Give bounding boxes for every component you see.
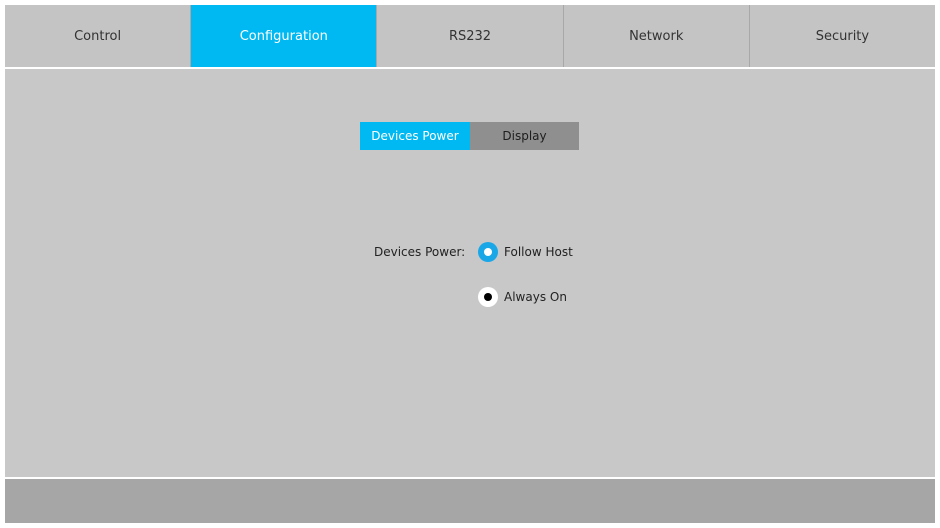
tab-configuration[interactable]: Configuration <box>191 5 378 67</box>
footer-bar <box>5 477 935 523</box>
devices-power-label: Devices Power: <box>374 245 466 259</box>
configuration-panel: Devices Power Display Devices Power: Fol… <box>5 69 935 475</box>
radio-checked-icon[interactable] <box>478 242 498 262</box>
radio-unchecked-icon[interactable] <box>478 287 498 307</box>
tab-security[interactable]: Security <box>750 5 935 67</box>
app-window: Control Configuration RS232 Network Secu… <box>5 5 935 523</box>
radio-follow-host[interactable]: Follow Host <box>478 242 573 262</box>
tab-rs232[interactable]: RS232 <box>377 5 564 67</box>
radio-always-on[interactable]: Always On <box>478 287 567 307</box>
subtab-devices-power[interactable]: Devices Power <box>360 122 470 150</box>
configuration-subtabs: Devices Power Display <box>360 122 579 150</box>
top-navigation: Control Configuration RS232 Network Secu… <box>5 5 935 69</box>
radio-follow-host-label: Follow Host <box>504 245 573 259</box>
subtab-display[interactable]: Display <box>470 122 579 150</box>
tab-network[interactable]: Network <box>564 5 750 67</box>
tab-control[interactable]: Control <box>5 5 192 67</box>
radio-always-on-label: Always On <box>504 290 567 304</box>
